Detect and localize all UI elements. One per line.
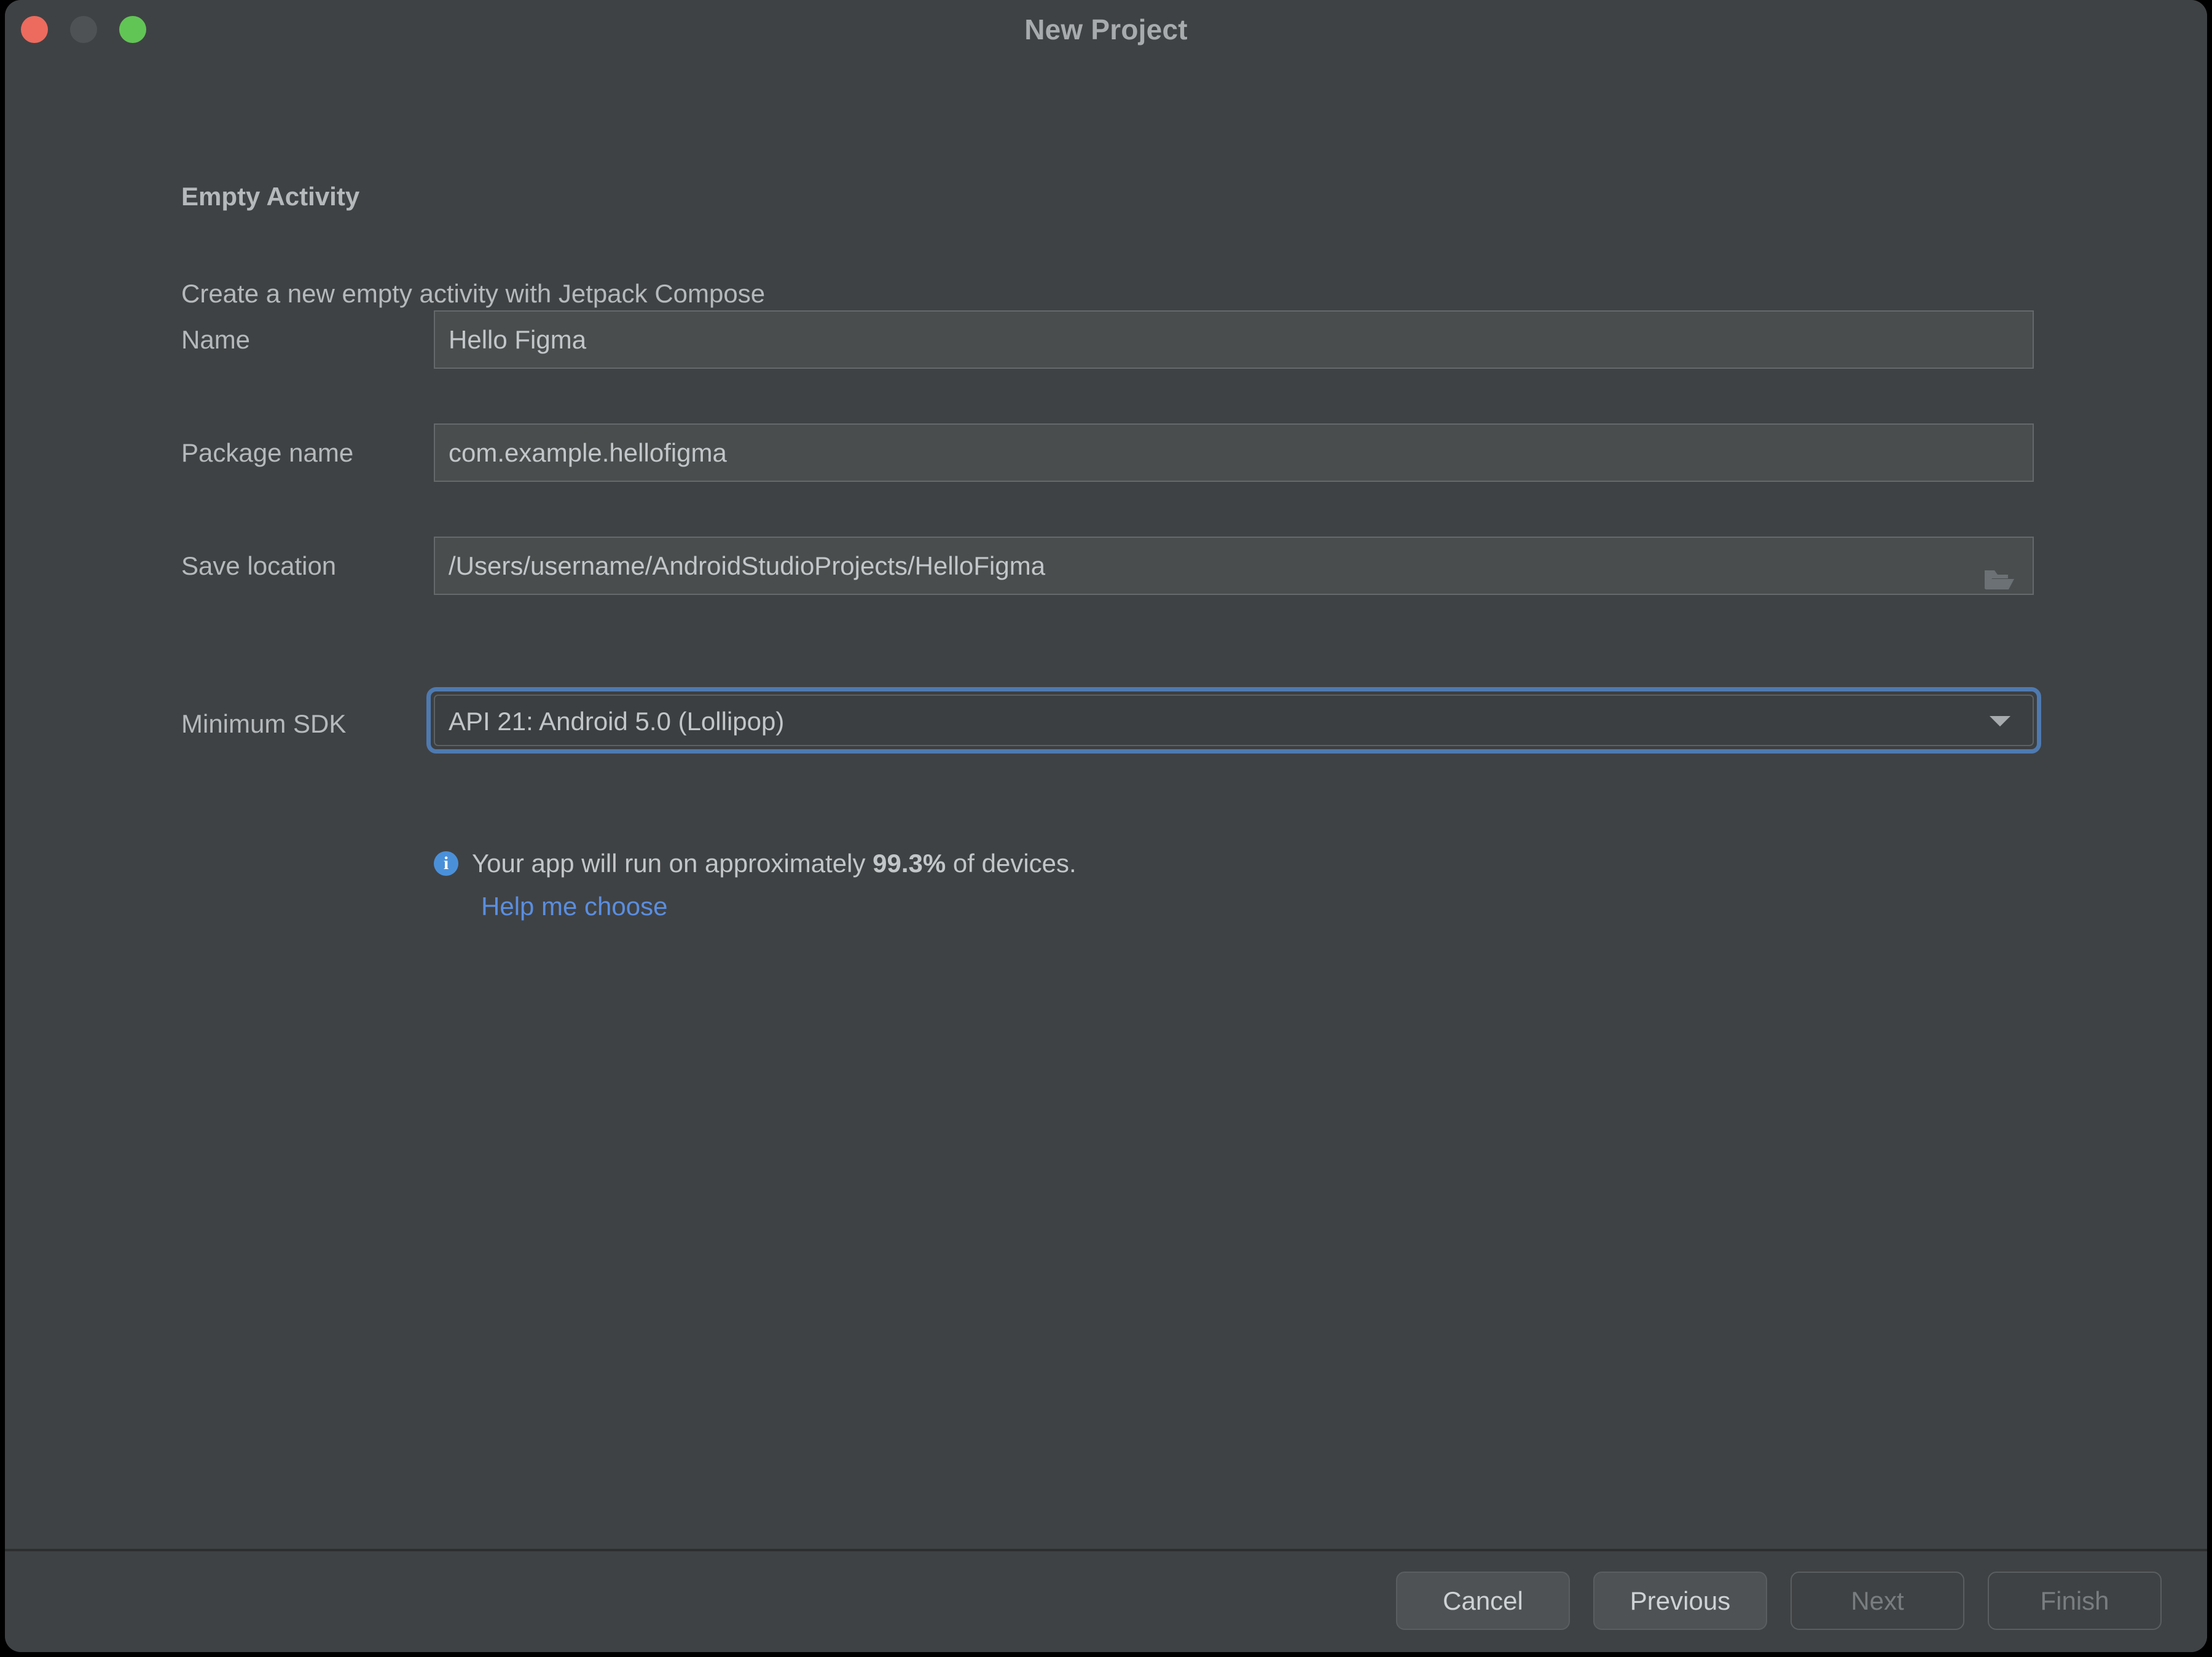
dialog-footer: Cancel Previous Next Finish xyxy=(5,1551,2207,1652)
chevron-down-icon[interactable] xyxy=(1990,716,2010,726)
coverage-text-before: Your app will run on approximately xyxy=(472,849,873,878)
template-title: Empty Activity xyxy=(181,182,360,211)
info-icon: i xyxy=(434,851,458,876)
package-name-row: Package name com.example.hellofigma xyxy=(5,423,2207,482)
minimum-sdk-selected-value: API 21: Android 5.0 (Lollipop) xyxy=(449,707,785,736)
package-name-label: Package name xyxy=(181,438,354,467)
folder-icon[interactable] xyxy=(1983,554,2015,589)
cancel-button[interactable]: Cancel xyxy=(1396,1572,1570,1630)
save-location-value: /Users/username/AndroidStudioProjects/He… xyxy=(449,551,1046,580)
previous-button[interactable]: Previous xyxy=(1593,1572,1767,1630)
package-name-input[interactable]: com.example.hellofigma xyxy=(434,423,2034,482)
window-title: New Project xyxy=(1024,14,1188,45)
name-row: Name Hello Figma xyxy=(5,310,2207,369)
save-location-input[interactable]: /Users/username/AndroidStudioProjects/He… xyxy=(434,537,2034,595)
coverage-percent: 99.3% xyxy=(873,849,946,878)
finish-button[interactable]: Finish xyxy=(1988,1572,2162,1630)
save-location-label: Save location xyxy=(181,551,337,580)
save-location-row: Save location /Users/username/AndroidStu… xyxy=(5,537,2207,595)
dialog-body: Empty Activity Create a new empty activi… xyxy=(5,59,2207,1549)
title-bar: New Project xyxy=(5,0,2207,59)
minimum-sdk-dropdown[interactable]: API 21: Android 5.0 (Lollipop) xyxy=(426,687,2041,754)
next-button[interactable]: Next xyxy=(1790,1572,1964,1630)
device-coverage-info: i Your app will run on approximately 99.… xyxy=(434,849,1077,878)
device-coverage-text: Your app will run on approximately 99.3%… xyxy=(472,849,1077,878)
minimum-sdk-label: Minimum SDK xyxy=(181,709,347,738)
new-project-dialog-window: New Project Empty Activity Create a new … xyxy=(5,0,2207,1652)
minimum-sdk-row: Minimum SDK API 21: Android 5.0 (Lollipo… xyxy=(5,687,2207,761)
template-subtitle: Create a new empty activity with Jetpack… xyxy=(181,279,766,308)
minimum-sdk-dropdown-inner: API 21: Android 5.0 (Lollipop) xyxy=(434,695,2034,746)
footer-button-group: Cancel Previous Next Finish xyxy=(1396,1572,2162,1630)
name-input[interactable]: Hello Figma xyxy=(434,310,2034,369)
help-me-choose-link[interactable]: Help me choose xyxy=(481,892,668,921)
coverage-text-after: of devices. xyxy=(946,849,1077,878)
name-label: Name xyxy=(181,325,251,354)
